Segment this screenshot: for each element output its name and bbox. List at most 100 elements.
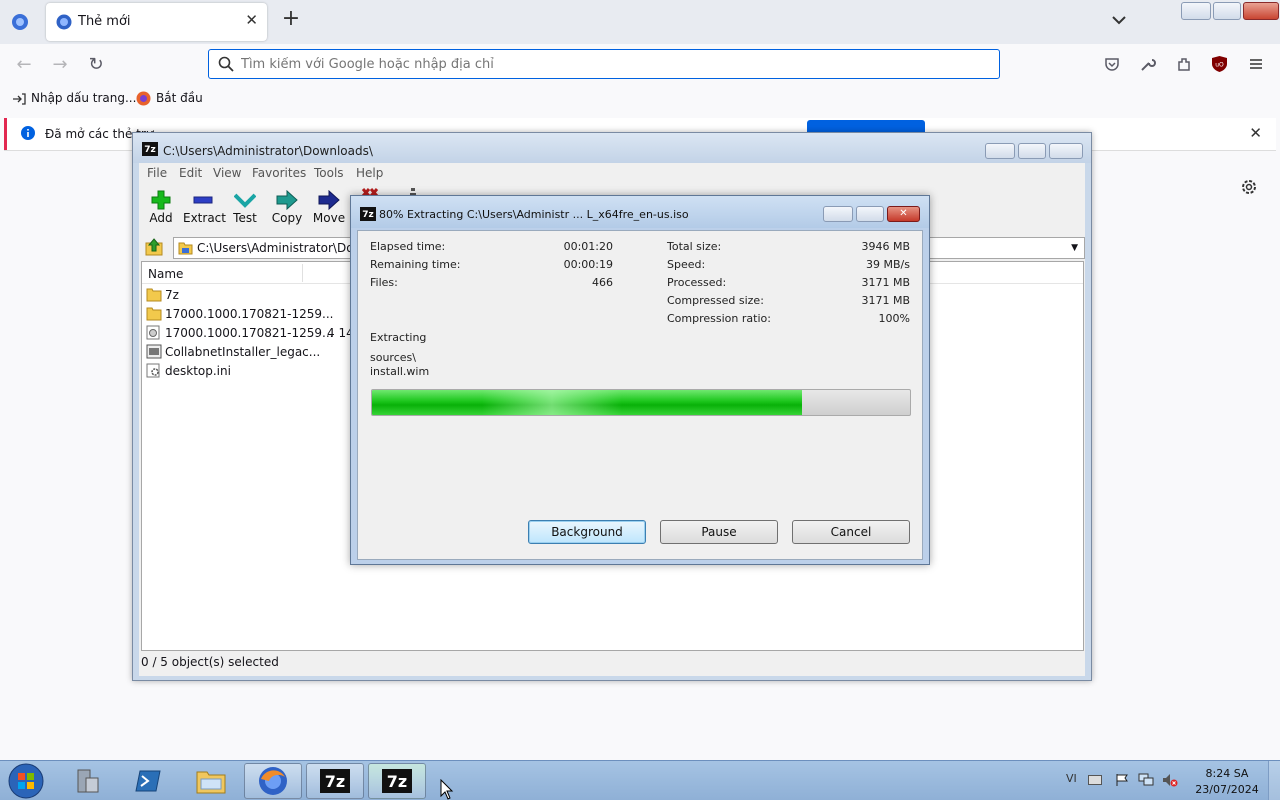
minus-icon bbox=[183, 189, 223, 211]
file-explorer-icon bbox=[196, 771, 226, 794]
test-label: Test bbox=[233, 211, 257, 225]
back-icon[interactable]: ← bbox=[14, 55, 34, 75]
copy-button[interactable]: Copy bbox=[267, 189, 307, 225]
url-bar[interactable] bbox=[208, 49, 1000, 79]
taskbar-explorer[interactable] bbox=[182, 763, 240, 799]
taskbar-7zip-extracting[interactable]: 7z bbox=[368, 763, 426, 799]
minimize-browser-button[interactable] bbox=[1181, 2, 1211, 20]
firefox-icon bbox=[136, 91, 151, 106]
progress-bar bbox=[371, 389, 911, 416]
volume-muted-icon[interactable] bbox=[1162, 773, 1178, 790]
taskbar-7zip[interactable]: 7z bbox=[306, 763, 364, 799]
firefox-view-icon[interactable] bbox=[11, 13, 29, 31]
wrench-icon[interactable] bbox=[1140, 56, 1156, 72]
bookmark-getting-started[interactable]: Bắt đầu bbox=[156, 91, 203, 105]
server-manager-icon bbox=[77, 769, 99, 793]
remaining-time-label: Remaining time: bbox=[370, 258, 461, 271]
pause-button[interactable]: Pause bbox=[660, 520, 778, 544]
files-label: Files: bbox=[370, 276, 398, 289]
check-icon bbox=[225, 189, 265, 211]
taskbar-powershell[interactable] bbox=[120, 763, 178, 799]
up-folder-button[interactable] bbox=[144, 237, 168, 259]
background-button[interactable]: Background bbox=[528, 520, 646, 544]
close-notification-icon[interactable]: ✕ bbox=[1249, 124, 1262, 142]
extract-button[interactable]: Extract bbox=[183, 189, 226, 225]
url-input[interactable] bbox=[241, 55, 981, 73]
dialog-title: 80% Extracting C:\Users\Administr ... L_… bbox=[379, 208, 689, 221]
close-button[interactable] bbox=[1049, 143, 1083, 159]
column-name[interactable]: Name bbox=[148, 267, 183, 281]
copy-label: Copy bbox=[271, 211, 303, 225]
file-name: 7z bbox=[165, 288, 179, 302]
list-all-tabs-icon[interactable] bbox=[1111, 12, 1127, 28]
menu-edit[interactable]: Edit bbox=[179, 166, 202, 180]
extract-label: Extract bbox=[183, 211, 226, 225]
mouse-cursor-icon bbox=[440, 778, 454, 800]
compressed-size-value: 3171 MB bbox=[861, 294, 910, 307]
menu-file[interactable]: File bbox=[147, 166, 167, 180]
action-center-flag-icon[interactable] bbox=[1115, 773, 1129, 790]
menu-view[interactable]: View bbox=[213, 166, 241, 180]
clock[interactable]: 8:24 SA 23/07/2024 bbox=[1190, 766, 1264, 798]
restore-browser-button[interactable] bbox=[1213, 2, 1241, 20]
ublock-origin-icon[interactable]: uO bbox=[1211, 55, 1228, 73]
dialog-close-button[interactable]: ✕ bbox=[887, 206, 920, 222]
window-title-bar[interactable]: 7z C:\Users\Administrator\Downloads\ bbox=[133, 133, 1091, 163]
file-name: 17000.1000.170821-1259... bbox=[165, 326, 334, 340]
reload-icon[interactable]: ↻ bbox=[86, 55, 106, 75]
7zip-icon: 7z bbox=[320, 769, 350, 793]
tab-title: Thẻ mới bbox=[78, 14, 131, 29]
taskbar-firefox[interactable] bbox=[244, 763, 302, 799]
compression-ratio-value: 100% bbox=[878, 312, 910, 325]
taskbar-server-manager[interactable] bbox=[58, 763, 116, 799]
keyboard-icon[interactable] bbox=[1088, 774, 1102, 788]
files-value: 466 bbox=[592, 276, 613, 289]
menu-icon[interactable] bbox=[1248, 56, 1264, 72]
bookmark-import[interactable]: Nhập dấu trang... bbox=[31, 91, 136, 105]
move-button[interactable]: Move bbox=[309, 189, 349, 225]
powershell-icon bbox=[135, 770, 161, 792]
elapsed-time-value: 00:01:20 bbox=[563, 240, 613, 253]
disc-image-icon bbox=[146, 325, 162, 340]
menu-help[interactable]: Help bbox=[356, 166, 383, 180]
7zip-logo-icon: 7z bbox=[360, 207, 376, 221]
pocket-icon[interactable] bbox=[1104, 56, 1120, 72]
installer-icon bbox=[146, 344, 162, 359]
status-bar-text: 0 / 5 object(s) selected bbox=[141, 655, 279, 669]
new-tab-button[interactable]: + bbox=[280, 8, 302, 31]
dialog-maximize-button[interactable] bbox=[856, 206, 884, 222]
import-icon bbox=[12, 92, 26, 106]
dialog-minimize-button[interactable] bbox=[823, 206, 853, 222]
menu-favorites[interactable]: Favorites bbox=[252, 166, 306, 180]
clock-time: 8:24 SA bbox=[1205, 767, 1249, 780]
path-dropdown-icon[interactable]: ▼ bbox=[1071, 243, 1078, 253]
menu-tools[interactable]: Tools bbox=[314, 166, 344, 180]
maximize-button[interactable] bbox=[1018, 143, 1046, 159]
cancel-button[interactable]: Cancel bbox=[792, 520, 910, 544]
close-tab-icon[interactable]: ✕ bbox=[245, 11, 258, 29]
processed-value: 3171 MB bbox=[861, 276, 910, 289]
folder-icon bbox=[146, 287, 162, 302]
close-browser-button[interactable] bbox=[1243, 2, 1279, 20]
show-desktop-button[interactable] bbox=[1268, 761, 1280, 800]
tab-new-tab[interactable]: Thẻ mới ✕ bbox=[46, 3, 267, 41]
clock-date: 23/07/2024 bbox=[1195, 783, 1259, 796]
network-icon[interactable] bbox=[1138, 773, 1154, 790]
dialog-title-bar[interactable]: 7z 80% Extracting C:\Users\Administr ...… bbox=[351, 196, 929, 228]
forward-icon[interactable]: → bbox=[50, 55, 70, 75]
add-button[interactable]: Add bbox=[141, 189, 181, 225]
start-button[interactable] bbox=[6, 762, 46, 800]
total-size-label: Total size: bbox=[667, 240, 722, 253]
processed-label: Processed: bbox=[667, 276, 727, 289]
move-arrow-icon bbox=[309, 189, 349, 211]
extraction-progress-dialog: 7z 80% Extracting C:\Users\Administr ...… bbox=[350, 195, 930, 565]
gear-icon[interactable] bbox=[1240, 178, 1258, 196]
file-name: desktop.ini bbox=[165, 364, 231, 378]
extensions-icon[interactable] bbox=[1176, 56, 1192, 72]
svg-text:uO: uO bbox=[1215, 62, 1224, 69]
language-indicator[interactable]: VI bbox=[1066, 772, 1077, 785]
firefox-icon bbox=[56, 14, 72, 30]
progress-bar-fill bbox=[372, 390, 803, 415]
test-button[interactable]: Test bbox=[225, 189, 265, 225]
minimize-button[interactable] bbox=[985, 143, 1015, 159]
